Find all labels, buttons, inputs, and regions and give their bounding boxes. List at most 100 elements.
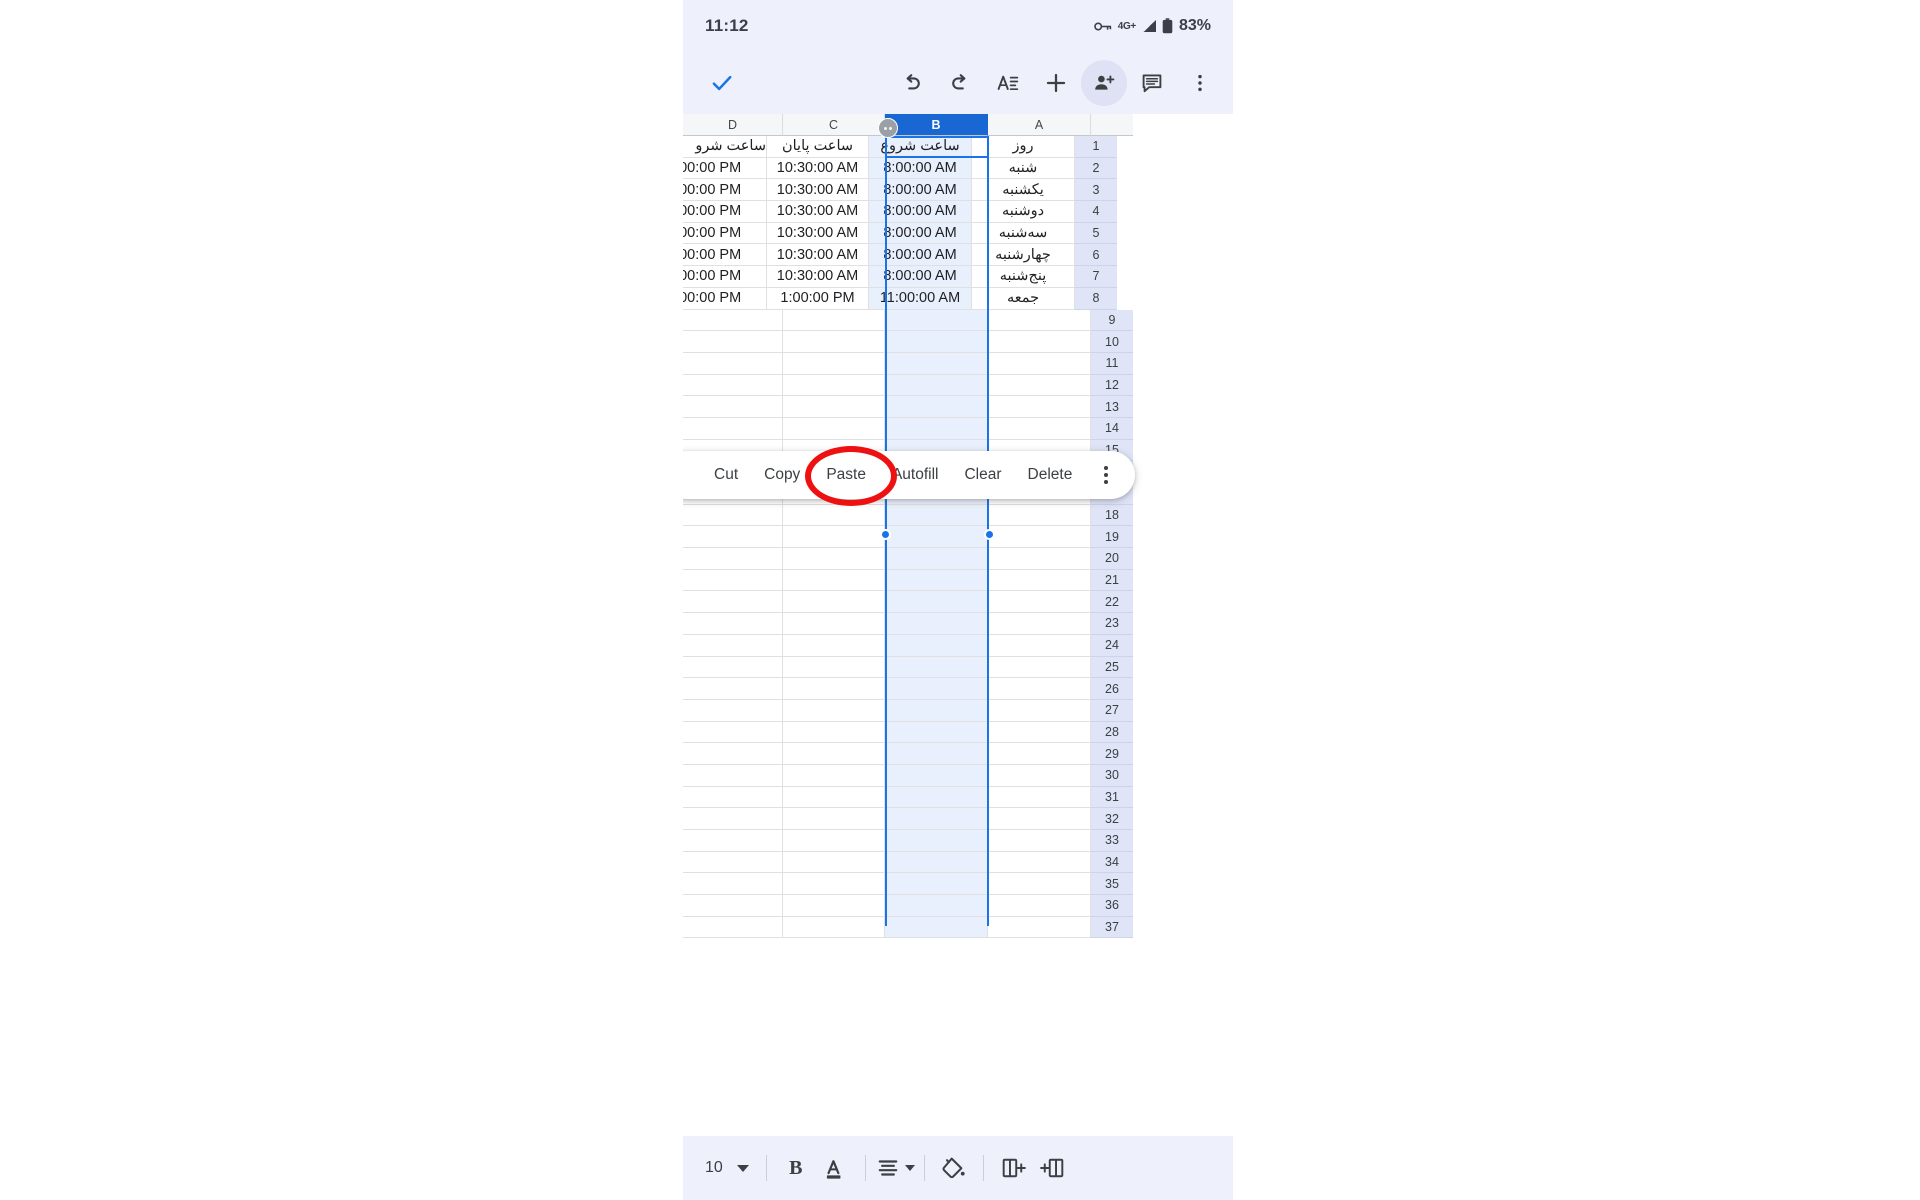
corner-select-all[interactable] xyxy=(1091,114,1133,136)
grid-row[interactable]: 12 xyxy=(683,374,1233,397)
cell-c31[interactable] xyxy=(783,786,885,809)
grid-row[interactable]: 29 xyxy=(683,743,1233,765)
grid-row[interactable]: ساعت شرو ساعت پایان ساعت شروع روز 1 xyxy=(683,136,1233,158)
cell-c3[interactable]: 10:30:00 AM xyxy=(767,179,869,202)
cell-d13[interactable] xyxy=(683,396,783,418)
cell-d23[interactable] xyxy=(683,613,783,635)
cell-c13[interactable] xyxy=(783,396,885,418)
cell-a19[interactable] xyxy=(988,526,1091,549)
cell-c24[interactable] xyxy=(783,634,885,657)
row-header-5[interactable]: 5 xyxy=(1075,222,1117,245)
cell-note-indicator-icon[interactable] xyxy=(878,118,898,138)
cell-a35[interactable] xyxy=(988,873,1091,896)
cell-a11[interactable] xyxy=(988,352,1091,375)
cell-a6[interactable]: چهارشنبه xyxy=(972,244,1075,267)
row-header-31[interactable]: 31 xyxy=(1091,786,1133,809)
grid-row[interactable]: 3:00:00 PM10:30:00 AM8:00:00 AMپنج‌شنبه7 xyxy=(683,266,1233,288)
cell-d30[interactable] xyxy=(683,764,783,787)
cell-a36[interactable] xyxy=(988,895,1091,917)
cell-b37[interactable] xyxy=(885,916,988,939)
cell-c26[interactable] xyxy=(783,678,885,700)
cell-d22[interactable] xyxy=(683,591,783,614)
cell-c21[interactable] xyxy=(783,569,885,592)
cell-b24[interactable] xyxy=(885,634,988,657)
cell-c29[interactable] xyxy=(783,743,885,765)
cell-c35[interactable] xyxy=(783,873,885,896)
grid-row[interactable]: 3:00:00 PM1:00:00 PM11:00:00 AMجمعه8 xyxy=(683,287,1233,310)
redo-button[interactable] xyxy=(937,60,983,106)
cell-b6[interactable]: 8:00:00 AM xyxy=(869,244,972,267)
cell-b34[interactable] xyxy=(885,851,988,874)
cell-d20[interactable] xyxy=(683,548,783,570)
cell-d8[interactable]: 3:00:00 PM xyxy=(683,287,767,310)
cell-b25[interactable] xyxy=(885,656,988,679)
ctx-copy[interactable]: Copy xyxy=(751,451,813,499)
row-header-32[interactable]: 32 xyxy=(1091,808,1133,830)
cell-c11[interactable] xyxy=(783,352,885,375)
cell-b21[interactable] xyxy=(885,569,988,592)
cell-a2[interactable]: شنبه xyxy=(972,157,1075,180)
cell-d31[interactable] xyxy=(683,786,783,809)
cell-b26[interactable] xyxy=(885,678,988,700)
grid-row[interactable]: 9 xyxy=(683,309,1233,332)
grid-row[interactable]: 34 xyxy=(683,851,1233,874)
undo-button[interactable] xyxy=(889,60,935,106)
cell-b7[interactable]: 8:00:00 AM xyxy=(869,266,972,288)
cell-c20[interactable] xyxy=(783,548,885,570)
grid-row[interactable]: 33 xyxy=(683,830,1233,852)
row-header-35[interactable]: 35 xyxy=(1091,873,1133,896)
cell-c1[interactable]: ساعت پایان xyxy=(767,136,869,158)
ctx-clear[interactable]: Clear xyxy=(951,451,1014,499)
column-header-d[interactable]: D xyxy=(683,114,783,136)
cell-c19[interactable] xyxy=(783,526,885,549)
cell-c30[interactable] xyxy=(783,764,885,787)
row-header-22[interactable]: 22 xyxy=(1091,591,1133,614)
cell-d34[interactable] xyxy=(683,851,783,874)
cell-b33[interactable] xyxy=(885,830,988,852)
cell-d25[interactable] xyxy=(683,656,783,679)
cell-b29[interactable] xyxy=(885,743,988,765)
font-size-stepper[interactable]: 10 xyxy=(697,1159,757,1177)
cell-d32[interactable] xyxy=(683,808,783,830)
grid-row[interactable]: 30 xyxy=(683,764,1233,787)
cell-d4[interactable]: 3:00:00 PM xyxy=(683,201,767,223)
row-header-25[interactable]: 25 xyxy=(1091,656,1133,679)
grid-row[interactable]: 3:00:00 PM10:30:00 AM8:00:00 AMیکشنبه3 xyxy=(683,179,1233,202)
cell-c18[interactable] xyxy=(783,504,885,527)
grid-row[interactable]: 3:00:00 PM10:30:00 AM8:00:00 AMدوشنبه4 xyxy=(683,201,1233,223)
cell-b18[interactable] xyxy=(885,504,988,527)
row-header-23[interactable]: 23 xyxy=(1091,613,1133,635)
cell-a28[interactable] xyxy=(988,721,1091,744)
grid-row[interactable]: 32 xyxy=(683,808,1233,830)
grid-row[interactable]: 3:00:00 PM10:30:00 AM8:00:00 AMچهارشنبه6 xyxy=(683,244,1233,267)
cell-a7[interactable]: پنج‌شنبه xyxy=(972,266,1075,288)
cell-d10[interactable] xyxy=(683,331,783,353)
cell-a10[interactable] xyxy=(988,331,1091,353)
cell-b31[interactable] xyxy=(885,786,988,809)
row-header-37[interactable]: 37 xyxy=(1091,916,1133,939)
grid-row[interactable]: 20 xyxy=(683,548,1233,570)
column-header-b[interactable]: B xyxy=(885,114,988,136)
row-header-12[interactable]: 12 xyxy=(1091,374,1133,397)
row-header-7[interactable]: 7 xyxy=(1075,266,1117,288)
align-button[interactable] xyxy=(875,1146,915,1190)
cell-d37[interactable] xyxy=(683,916,783,939)
cell-d35[interactable] xyxy=(683,873,783,896)
grid-row[interactable]: 3:00:00 PM10:30:00 AM8:00:00 AMشنبه2 xyxy=(683,157,1233,180)
cell-d9[interactable] xyxy=(683,309,783,332)
cell-c28[interactable] xyxy=(783,721,885,744)
cell-c37[interactable] xyxy=(783,916,885,939)
cell-a24[interactable] xyxy=(988,634,1091,657)
row-header-11[interactable]: 11 xyxy=(1091,352,1133,375)
insert-button[interactable] xyxy=(1033,60,1079,106)
cell-d7[interactable]: 3:00:00 PM xyxy=(683,266,767,288)
row-header-36[interactable]: 36 xyxy=(1091,895,1133,917)
cell-a29[interactable] xyxy=(988,743,1091,765)
cell-b19[interactable] xyxy=(885,526,988,549)
cell-d36[interactable] xyxy=(683,895,783,917)
cell-b4[interactable]: 8:00:00 AM xyxy=(869,201,972,223)
grid-row[interactable]: 31 xyxy=(683,786,1233,809)
grid-row[interactable]: 14 xyxy=(683,417,1233,440)
grid-row[interactable]: 37 xyxy=(683,916,1233,939)
cell-d6[interactable]: 3:00:00 PM xyxy=(683,244,767,267)
